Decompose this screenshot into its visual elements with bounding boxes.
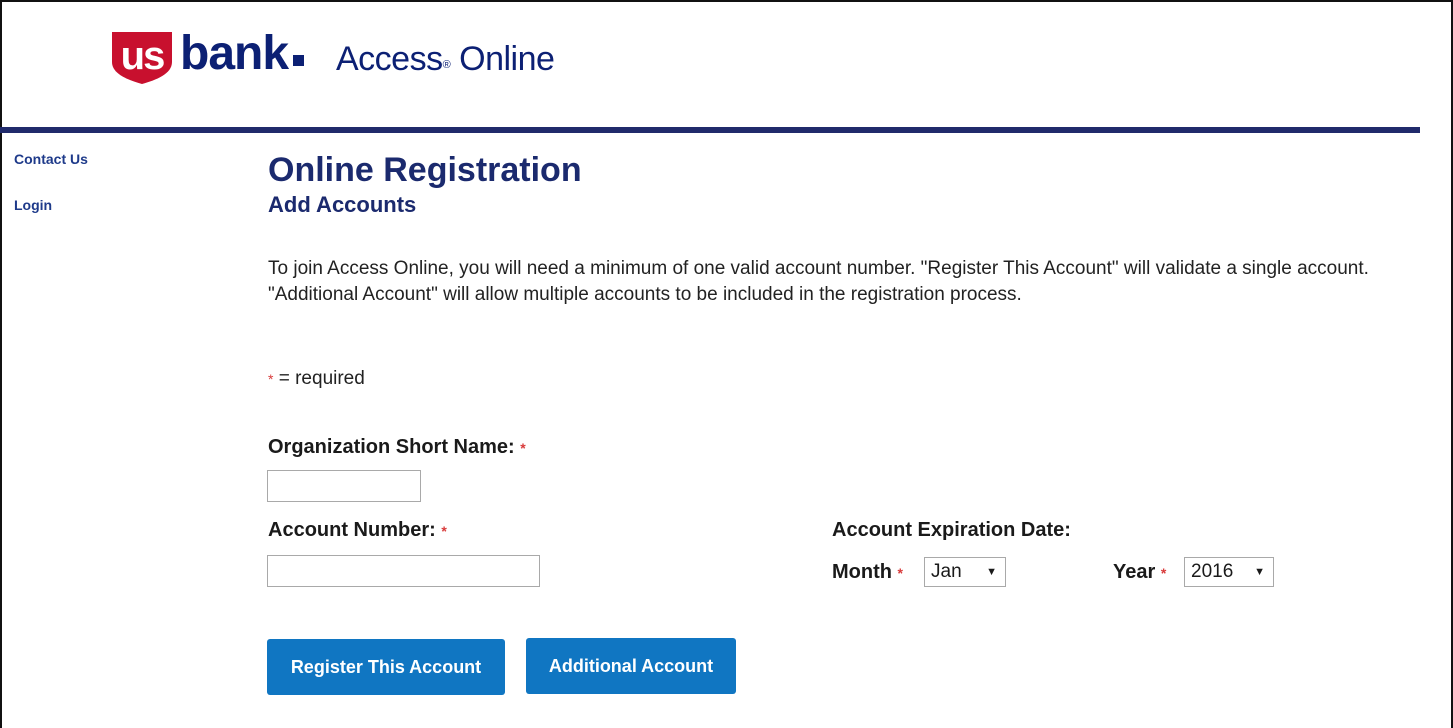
sidebar-item-contact-us[interactable]: Contact Us	[14, 151, 88, 167]
additional-account-button[interactable]: Additional Account	[526, 638, 736, 694]
month-select[interactable]: Jan ▼	[924, 557, 1006, 587]
usbank-shield-logo: us	[112, 32, 172, 84]
dropdown-arrow-icon: ▼	[1254, 566, 1265, 578]
sidebar-item-login[interactable]: Login	[14, 197, 52, 213]
page-subtitle: Add Accounts	[268, 192, 417, 217]
account-number-label: Account Number: *	[268, 519, 447, 541]
register-this-account-button[interactable]: Register This Account	[267, 639, 505, 695]
account-number-input[interactable]	[267, 555, 540, 587]
logo-bank-text: bank	[180, 27, 289, 80]
intro-text: To join Access Online, you will need a m…	[268, 258, 1369, 305]
year-label: Year *	[1113, 561, 1167, 583]
page-title: Online Registration	[268, 151, 582, 189]
year-select[interactable]: 2016 ▼	[1184, 557, 1274, 587]
svg-text:us: us	[121, 34, 164, 78]
header: us bank Access® Online	[0, 0, 1453, 128]
required-note: * = required	[268, 368, 365, 389]
header-divider	[0, 127, 1420, 133]
month-label: Month *	[832, 561, 903, 583]
product-name: Access® Online	[336, 40, 555, 78]
expiration-date-label: Account Expiration Date:	[832, 519, 1071, 541]
org-short-name-label: Organization Short Name: *	[268, 436, 526, 458]
logo-dot	[293, 55, 304, 66]
org-short-name-input[interactable]	[267, 470, 421, 502]
dropdown-arrow-icon: ▼	[986, 566, 997, 578]
